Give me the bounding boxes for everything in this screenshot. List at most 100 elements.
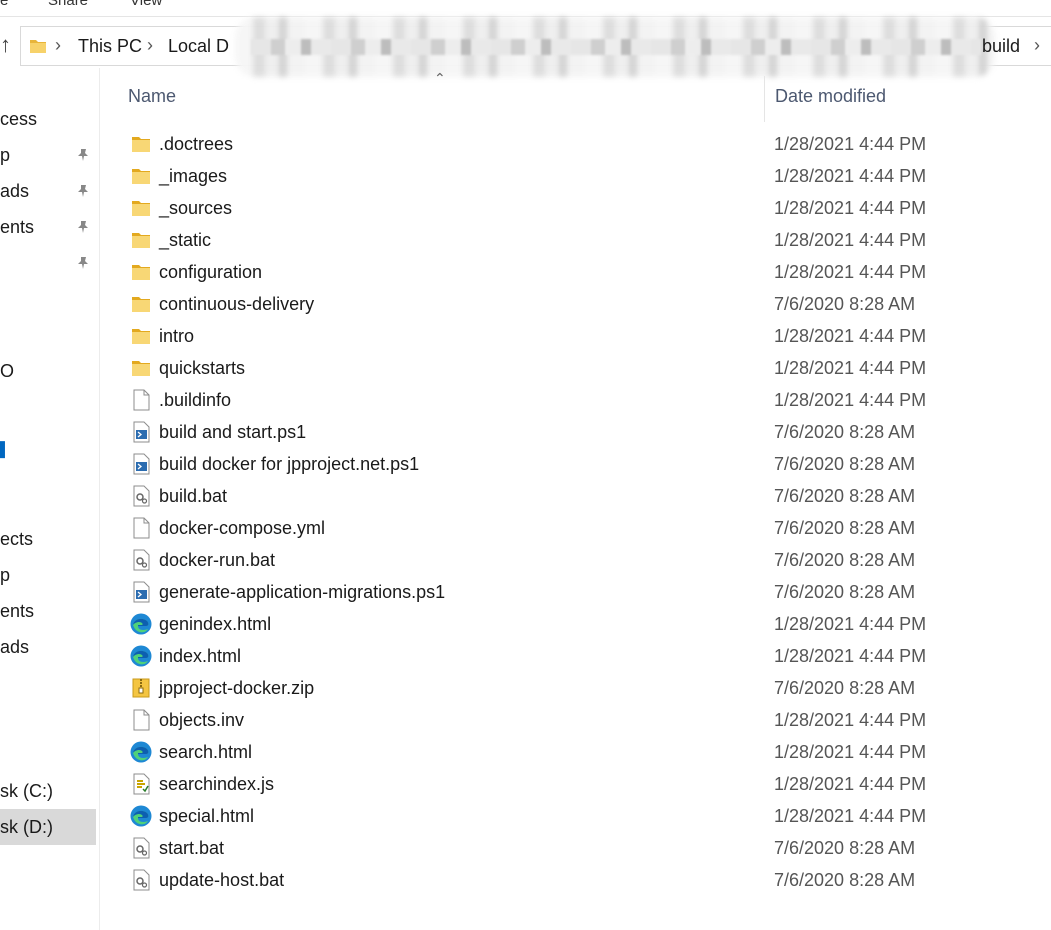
file-name: jpproject-docker.zip bbox=[159, 678, 315, 698]
batch-file-icon bbox=[129, 868, 153, 892]
file-row[interactable]: intro 1/28/2021 4:44 PM bbox=[100, 320, 1051, 352]
file-date-modified: 1/28/2021 4:44 PM bbox=[774, 166, 927, 186]
file-row[interactable]: update-host.bat 7/6/2020 8:28 AM bbox=[100, 864, 1051, 896]
file-row[interactable]: objects.inv 1/28/2021 4:44 PM bbox=[100, 704, 1051, 736]
file-date-modified: 1/28/2021 4:44 PM bbox=[774, 262, 927, 282]
file-date-modified: 1/28/2021 4:44 PM bbox=[774, 326, 927, 346]
folder-icon bbox=[129, 164, 153, 188]
file-row[interactable]: build.bat 7/6/2020 8:28 AM bbox=[100, 480, 1051, 512]
file-row[interactable]: configuration 1/28/2021 4:44 PM bbox=[100, 256, 1051, 288]
powershell-file-icon bbox=[129, 452, 153, 476]
file-row[interactable]: _static 1/28/2021 4:44 PM bbox=[100, 224, 1051, 256]
file-date-modified: 7/6/2020 8:28 AM bbox=[774, 294, 916, 314]
file-row[interactable]: index.html 1/28/2021 4:44 PM bbox=[100, 640, 1051, 672]
folder-icon bbox=[129, 132, 153, 156]
powershell-file-icon bbox=[129, 580, 153, 604]
ribbon-tab-view[interactable]: View bbox=[130, 0, 162, 9]
file-name: start.bat bbox=[159, 838, 225, 858]
batch-file-icon bbox=[129, 548, 153, 572]
file-name: genindex.html bbox=[159, 614, 272, 634]
file-date-modified: 1/28/2021 4:44 PM bbox=[774, 390, 927, 410]
file-date-modified: 1/28/2021 4:44 PM bbox=[774, 358, 927, 378]
file-date-modified: 1/28/2021 4:44 PM bbox=[774, 742, 927, 762]
file-date-modified: 1/28/2021 4:44 PM bbox=[774, 614, 927, 634]
file-row[interactable]: docker-run.bat 7/6/2020 8:28 AM bbox=[100, 544, 1051, 576]
file-row[interactable]: searchindex.js 1/28/2021 4:44 PM bbox=[100, 768, 1051, 800]
nav-item-documents[interactable]: ents bbox=[0, 209, 96, 245]
powershell-file-icon bbox=[129, 420, 153, 444]
file-row[interactable]: generate-application-migrations.ps1 7/6/2… bbox=[100, 576, 1051, 608]
file-date-modified: 7/6/2020 8:28 AM bbox=[774, 454, 916, 474]
chevron-right-icon: › bbox=[147, 35, 153, 55]
navigation-pane: cess p ads ents O ▌ ects p ents ads sk (… bbox=[0, 68, 100, 930]
nav-item-downloads[interactable]: ads bbox=[0, 173, 96, 209]
nav-item-local-disk-c[interactable]: sk (C:) bbox=[0, 773, 96, 809]
nav-item-pictures[interactable] bbox=[0, 245, 96, 281]
nav-item-onedrive[interactable]: O bbox=[0, 353, 96, 389]
nav-item-downloads-pc[interactable]: ads bbox=[0, 629, 96, 665]
file-row[interactable]: .doctrees 1/28/2021 4:44 PM bbox=[100, 128, 1051, 160]
file-row[interactable]: continuous-delivery 7/6/2020 8:28 AM bbox=[100, 288, 1051, 320]
nav-item-local-disk-d[interactable]: sk (D:) bbox=[0, 809, 96, 845]
file-date-modified: 7/6/2020 8:28 AM bbox=[774, 582, 916, 602]
file-name: index.html bbox=[159, 646, 242, 666]
file-name: intro bbox=[159, 326, 195, 346]
folder-icon bbox=[129, 324, 153, 348]
file-row[interactable]: build docker for jpproject.net.ps1 7/6/20… bbox=[100, 448, 1051, 480]
nav-item-quick-access[interactable]: cess bbox=[0, 101, 96, 137]
this-pc-icon: ▌ bbox=[0, 441, 10, 457]
file-row[interactable]: search.html 1/28/2021 4:44 PM bbox=[100, 736, 1051, 768]
edge-html-icon bbox=[129, 644, 153, 668]
column-divider[interactable] bbox=[764, 76, 765, 122]
file-icon bbox=[129, 516, 153, 540]
pin-icon bbox=[78, 257, 88, 269]
file-row[interactable]: _images 1/28/2021 4:44 PM bbox=[100, 160, 1051, 192]
column-header-name[interactable]: Name bbox=[128, 86, 176, 107]
ribbon-tab-home[interactable]: e bbox=[0, 0, 8, 9]
file-row[interactable]: special.html 1/28/2021 4:44 PM bbox=[100, 800, 1051, 832]
folder-icon bbox=[30, 40, 46, 53]
file-row[interactable]: _sources 1/28/2021 4:44 PM bbox=[100, 192, 1051, 224]
nav-item-this-pc[interactable]: ▌ bbox=[0, 425, 96, 461]
file-name: continuous-delivery bbox=[159, 294, 315, 314]
file-name: build.bat bbox=[159, 486, 228, 506]
file-name: searchindex.js bbox=[159, 774, 275, 794]
nav-item-documents-pc[interactable]: ents bbox=[0, 593, 96, 629]
file-name: quickstarts bbox=[159, 358, 246, 378]
batch-file-icon bbox=[129, 836, 153, 860]
file-row[interactable]: docker-compose.yml 7/6/2020 8:28 AM bbox=[100, 512, 1051, 544]
pin-icon bbox=[78, 149, 88, 161]
address-bar[interactable]: › This PC › Local D build › bbox=[20, 17, 1051, 77]
file-row[interactable]: build and start.ps1 7/6/2020 8:28 AM bbox=[100, 416, 1051, 448]
edge-html-icon bbox=[129, 740, 153, 764]
sort-ascending-icon: ⌃ bbox=[434, 70, 446, 86]
file-row[interactable]: genindex.html 1/28/2021 4:44 PM bbox=[100, 608, 1051, 640]
file-date-modified: 1/28/2021 4:44 PM bbox=[774, 710, 927, 730]
file-name: _sources bbox=[159, 198, 233, 218]
file-row[interactable]: quickstarts 1/28/2021 4:44 PM bbox=[100, 352, 1051, 384]
breadcrumb-build[interactable]: build bbox=[982, 36, 1020, 57]
breadcrumb-local-disk[interactable]: Local D bbox=[168, 36, 229, 57]
breadcrumb-this-pc[interactable]: This PC bbox=[78, 36, 142, 57]
nav-item-desktop[interactable]: p bbox=[0, 137, 96, 173]
ribbon-tabs: e Share View bbox=[0, 0, 1051, 16]
chevron-right-icon[interactable]: › bbox=[1034, 35, 1040, 56]
file-icon bbox=[129, 708, 153, 732]
file-name: search.html bbox=[159, 742, 253, 762]
file-row[interactable]: jpproject-docker.zip 7/6/2020 8:28 AM bbox=[100, 672, 1051, 704]
column-header-date-modified[interactable]: Date modified bbox=[775, 86, 886, 107]
nav-item-3d-objects[interactable]: ects bbox=[0, 521, 96, 557]
file-row[interactable]: start.bat 7/6/2020 8:28 AM bbox=[100, 832, 1051, 864]
nav-item-desktop-pc[interactable]: p bbox=[0, 557, 96, 593]
file-row[interactable]: .buildinfo 1/28/2021 4:44 PM bbox=[100, 384, 1051, 416]
batch-file-icon bbox=[129, 484, 153, 508]
file-name: build and start.ps1 bbox=[159, 422, 307, 442]
script-file-icon bbox=[129, 772, 153, 796]
ribbon-tab-share[interactable]: Share bbox=[48, 0, 88, 9]
file-date-modified: 7/6/2020 8:28 AM bbox=[774, 870, 916, 890]
up-arrow-icon[interactable]: ↑ bbox=[0, 32, 14, 58]
redacted-path-detail bbox=[251, 39, 981, 55]
file-date-modified: 1/28/2021 4:44 PM bbox=[774, 230, 927, 250]
file-name: objects.inv bbox=[159, 710, 245, 730]
file-name: docker-compose.yml bbox=[159, 518, 326, 538]
